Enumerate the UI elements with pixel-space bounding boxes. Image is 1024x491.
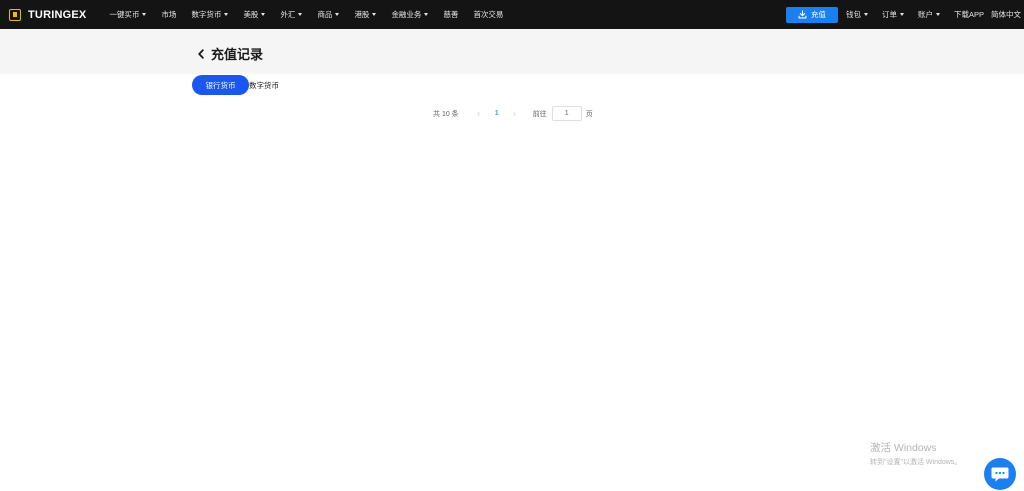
caret-down-icon	[335, 13, 340, 16]
page-unit-label: 页	[585, 110, 593, 118]
chevron-left-icon	[198, 48, 204, 59]
right-nav: 充值 钱包 订单 账户 下载APP 简体中文	[785, 0, 1024, 29]
nav-item-us-stocks[interactable]: 美股	[243, 9, 266, 20]
nav-item-charity[interactable]: 慈善	[443, 9, 458, 20]
back-button[interactable]: 充值记录	[197, 44, 263, 63]
nav-item-forex[interactable]: 外汇	[280, 9, 303, 20]
nav-item-first-trade[interactable]: 首次交易	[473, 9, 503, 20]
logo[interactable]: TURINGEX	[9, 8, 87, 21]
chat-button[interactable]	[984, 458, 1016, 490]
title-band	[0, 29, 1024, 74]
goto-page-input[interactable]	[551, 106, 582, 121]
deposit-label: 充值	[810, 10, 826, 19]
caret-down-icon	[298, 13, 303, 16]
watermark-subtitle: 转到"设置"以激活 Windows。	[870, 459, 962, 466]
caret-down-icon	[142, 13, 147, 16]
nav-item-finance[interactable]: 金融业务	[391, 9, 429, 20]
page-number-current[interactable]: 1	[488, 110, 506, 117]
caret-down-icon	[424, 13, 429, 16]
download-icon	[798, 10, 807, 19]
windows-activation-watermark: 激活 Windows 转到"设置"以激活 Windows。	[870, 440, 961, 467]
caret-down-icon	[863, 13, 868, 16]
nav-item-crypto[interactable]: 数字货币	[191, 9, 229, 20]
pagination: 共 10 条 ‹ 1 › 前往 页	[433, 106, 593, 121]
chat-bubble-icon	[991, 467, 1009, 482]
top-navbar: TURINGEX 一键买币 市场 数字货币 美股 外汇 商品 港股 金融业务 慈…	[0, 0, 1024, 29]
nav-item-quick-buy[interactable]: 一键买币	[109, 9, 147, 20]
nav-item-commodities[interactable]: 商品	[317, 9, 340, 20]
main-nav: 一键买币 市场 数字货币 美股 外汇 商品 港股 金融业务 慈善 首次交易	[109, 9, 518, 20]
goto-label: 前往	[532, 110, 547, 118]
watermark-title: 激活 Windows	[870, 442, 937, 454]
nav-item-hk-stocks[interactable]: 港股	[354, 9, 377, 20]
prev-page-button[interactable]: ‹	[472, 109, 486, 118]
caret-down-icon	[224, 13, 229, 16]
caret-down-icon	[935, 13, 940, 16]
deposit-button[interactable]: 充值	[785, 6, 838, 23]
nav-item-orders[interactable]: 订单	[882, 9, 904, 20]
currency-tabs: 银行货币 数字货币	[192, 75, 279, 95]
language-selector[interactable]: 简体中文	[991, 9, 1021, 20]
tab-digital-currency[interactable]: 数字货币	[249, 80, 279, 91]
nav-item-wallet[interactable]: 钱包	[846, 9, 868, 20]
caret-down-icon	[372, 13, 377, 16]
page-title: 充值记录	[211, 47, 264, 62]
logo-text: TURINGEX	[28, 8, 87, 21]
nav-item-account[interactable]: 账户	[918, 9, 940, 20]
nav-item-download-app[interactable]: 下载APP	[954, 9, 984, 20]
pagination-total: 共 10 条	[433, 110, 459, 118]
logo-icon	[9, 8, 21, 21]
caret-down-icon	[899, 13, 904, 16]
caret-down-icon	[261, 13, 266, 16]
next-page-button[interactable]: ›	[508, 109, 522, 118]
nav-item-market[interactable]: 市场	[161, 9, 176, 20]
tab-bank-currency[interactable]: 银行货币	[192, 75, 249, 95]
